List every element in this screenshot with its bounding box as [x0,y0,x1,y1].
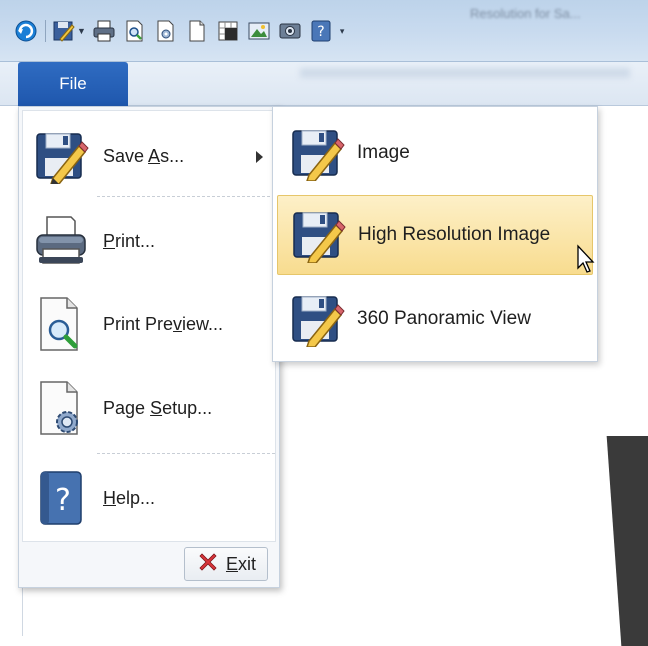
save-hires-icon [290,207,346,264]
print-preview-icon[interactable] [123,19,147,43]
file-menu: Save As... Print... Print Preview... Pag… [18,106,280,588]
save-image-icon [289,125,345,182]
window-title: Resolution for Sa... [470,6,581,21]
save-as-icon[interactable] [52,19,76,43]
tab-file[interactable]: File [18,62,128,106]
exit-button[interactable]: Exit [184,547,268,581]
svg-text:?: ? [55,483,71,518]
file-menu-panel: Save As... Print... Print Preview... Pag… [22,110,276,542]
menu-item-label: Page Setup... [103,397,213,418]
submenu-item-image[interactable]: Image [277,113,593,193]
menu-item-label: Help... [103,487,156,508]
submenu-item-high-resolution-image[interactable]: High Resolution Image [277,195,593,275]
save-panorama-icon [289,291,345,348]
menu-separator [97,453,275,454]
printer-icon [33,213,89,269]
help-icon: ? [33,470,89,526]
menu-item-label: Print... [103,230,156,251]
page-setup-icon [33,380,89,436]
app-logo-icon[interactable] [14,19,38,43]
quick-access-toolbar: ▼ ? ▾ [14,15,350,47]
image-export-icon[interactable] [247,19,271,43]
page-setup-icon[interactable] [154,19,178,43]
exit-label: Exit [225,553,256,574]
menu-item-page-setup[interactable]: Page Setup... [33,373,273,443]
ribbon-tabs-blurred [300,68,630,78]
customize-toolbar-icon[interactable]: ▾ [340,26,345,37]
menu-item-print[interactable]: Print... [33,206,273,276]
grid-view-icon[interactable] [216,19,240,43]
menu-item-print-preview[interactable]: Print Preview... [33,289,273,359]
dropdown-arrow-icon[interactable]: ▼ [77,26,86,36]
help-icon[interactable]: ? [309,19,333,43]
submenu-item-360-panoramic-view[interactable]: 360 Panoramic View [277,279,593,359]
print-icon[interactable] [92,19,116,43]
save-as-submenu: Image High Resolution Image 360 Panorami… [272,106,598,362]
menu-item-label: Save As... [103,145,185,166]
save-as-icon [33,128,89,185]
submenu-arrow-icon [256,151,263,163]
panorama-icon[interactable] [278,19,302,43]
new-page-icon[interactable] [185,19,209,43]
submenu-item-label: Image [357,142,410,163]
print-preview-icon [33,296,89,352]
menu-item-save-as[interactable]: Save As... [33,121,273,191]
mouse-cursor-icon [576,244,598,274]
toolbar-separator [45,20,46,42]
submenu-item-label: High Resolution Image [358,224,551,245]
menu-item-label: Print Preview... [103,313,224,334]
menu-item-help[interactable]: ? Help... [33,463,273,533]
title-bar: Resolution for Sa... ▼ ? ▾ [0,0,648,62]
submenu-item-label: 360 Panoramic View [357,308,531,329]
svg-text:?: ? [317,24,324,40]
menu-separator [97,196,275,197]
close-x-icon [196,550,220,579]
